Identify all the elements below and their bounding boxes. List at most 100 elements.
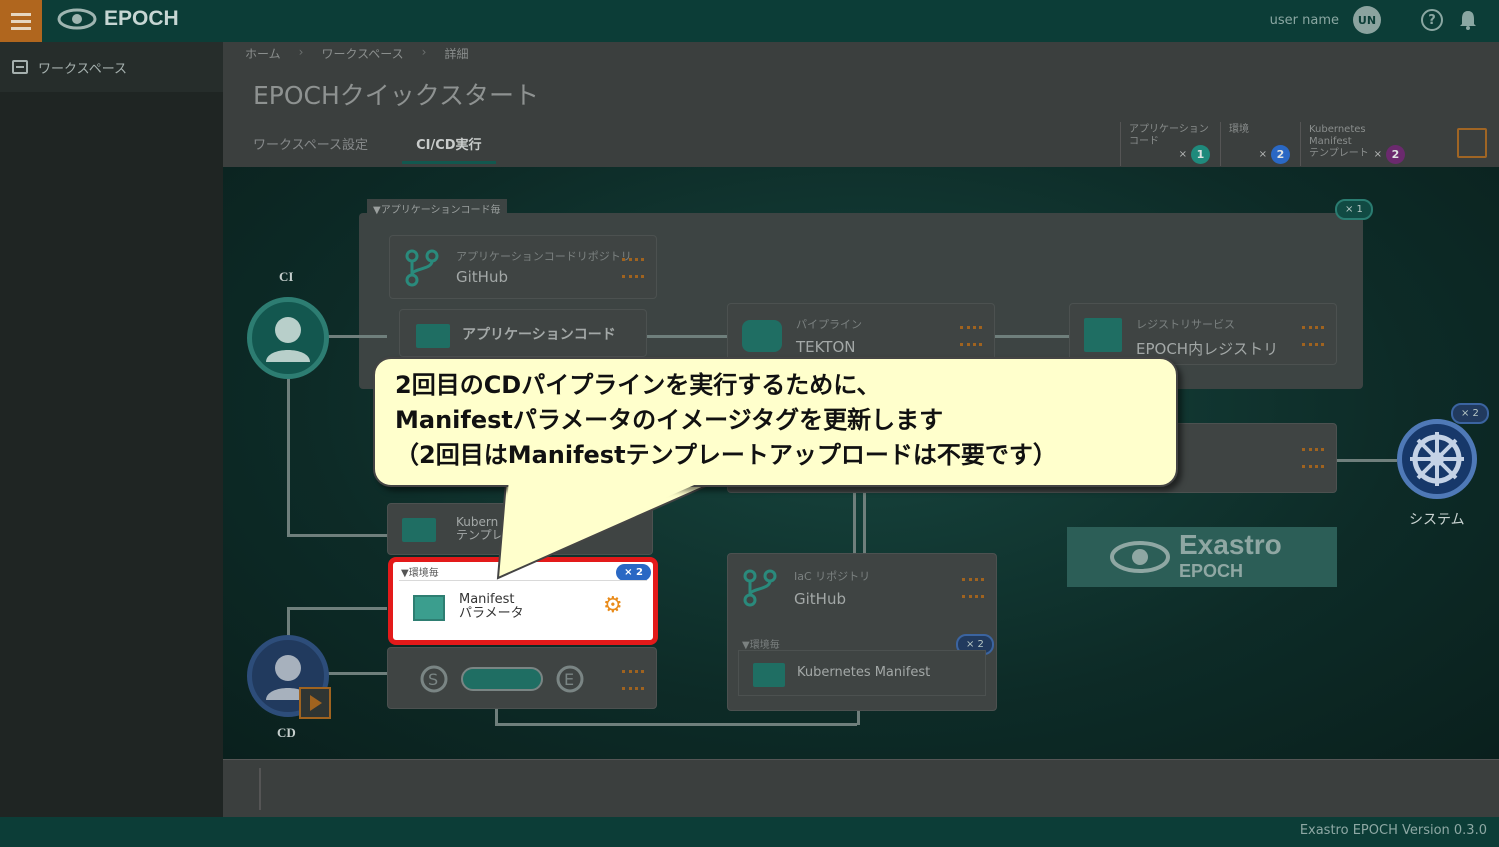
- iac-repo-card[interactable]: IaC リポジトリ GitHub ▼環境毎 × 2 Kubernetes Man…: [727, 553, 997, 711]
- count-label: 環境: [1229, 124, 1249, 135]
- card-subtitle: アプリケーションコードリポジトリ: [456, 250, 632, 263]
- breadcrumb: ホーム › ワークスペース › 詳細: [245, 45, 468, 62]
- template-shape-icon: [402, 518, 436, 542]
- registry-box-icon: [1084, 318, 1122, 352]
- gear-icon[interactable]: ⚙: [603, 593, 627, 618]
- breadcrumb-workspace[interactable]: ワークスペース: [321, 45, 403, 62]
- top-header: EPOCH user name UN ?: [0, 0, 1499, 42]
- list-check-icon[interactable]: [1302, 448, 1324, 468]
- ci-user-icon[interactable]: [247, 297, 329, 379]
- connector: [647, 335, 727, 338]
- helm-wheel-icon: [1410, 432, 1464, 486]
- cd-label: CD: [277, 725, 296, 740]
- workspace-icon: [12, 60, 28, 74]
- connector: [287, 534, 397, 537]
- pipeline-card[interactable]: パイプライン TEKTON: [727, 303, 995, 365]
- breadcrumb-detail: 詳細: [444, 47, 469, 61]
- code-shape-icon: [416, 324, 450, 348]
- version-text: Exastro EPOCH Version 0.3.0: [1299, 823, 1487, 838]
- connector: [995, 335, 1069, 338]
- ci-label: CI: [279, 269, 294, 284]
- hamburger-menu-button[interactable]: [0, 0, 42, 42]
- count-k8s-template: Kubernetes Manifest テンプレート × 2: [1300, 122, 1415, 166]
- list-check-icon[interactable]: [622, 670, 644, 690]
- avatar[interactable]: UN: [1353, 6, 1381, 34]
- app-repo-card[interactable]: アプリケーションコードリポジトリ GitHub: [389, 235, 657, 299]
- registry-card[interactable]: レジストリサービス EPOCH内レジストリ: [1069, 303, 1337, 365]
- k8s-manifest-card[interactable]: Kubernetes Manifest: [738, 650, 986, 696]
- manifest-parameter-body: Manifest パラメータ ⚙: [399, 580, 647, 632]
- breadcrumb-home[interactable]: ホーム: [245, 45, 281, 62]
- card-title: アプリケーションコード: [462, 327, 616, 343]
- chevron-right-icon: ›: [298, 45, 304, 59]
- start-marker: S: [428, 670, 438, 689]
- person-icon: [266, 317, 310, 362]
- card-title: GitHub: [794, 590, 846, 608]
- card-title: EPOCH内レジストリ: [1136, 340, 1279, 358]
- app-name: EPOCH: [104, 7, 179, 30]
- sidebar-item-workspace[interactable]: ワークスペース: [0, 42, 223, 92]
- page-title: EPOCHクイックスタート: [253, 81, 540, 110]
- count-environment: 環境 × 2: [1220, 122, 1300, 166]
- card-subtitle: IaC リポジトリ: [794, 570, 871, 583]
- system-count-badge: × 2: [1451, 403, 1489, 424]
- k8s-template-card[interactable]: Kubern テンプレ: [387, 503, 653, 555]
- epoch-text: EPOCH: [1179, 561, 1244, 581]
- footer: Exastro EPOCH Version 0.3.0: [0, 817, 1499, 847]
- user-area: user name UN ?: [1270, 6, 1479, 34]
- sidebar: ワークスペース: [0, 42, 223, 817]
- pipeline-settings-icon[interactable]: [1457, 128, 1487, 158]
- user-name[interactable]: user name: [1270, 13, 1339, 28]
- list-check-icon[interactable]: [962, 578, 984, 598]
- sidebar-item-label: ワークスペース: [38, 61, 128, 77]
- card-title: Kubernetes Manifest: [797, 665, 931, 680]
- count-app-code: アプリケーション コード × 1: [1120, 122, 1220, 166]
- env-group-label: ▼環境毎: [742, 640, 780, 651]
- connector: [495, 723, 857, 726]
- play-icon[interactable]: [299, 687, 331, 719]
- count-value: 2: [1386, 145, 1405, 164]
- manifest-parameter-card[interactable]: ▼環境毎 × 2 Manifest パラメータ ⚙: [388, 557, 658, 645]
- tekton-icon: [742, 320, 782, 352]
- cd-pipeline-card[interactable]: S E: [387, 647, 657, 709]
- group-count-badge: × 1: [1335, 199, 1373, 220]
- connector: [1337, 459, 1397, 462]
- connector: [863, 487, 866, 557]
- connector: [853, 487, 856, 557]
- count-label: Kubernetes Manifest テンプレート: [1309, 124, 1369, 159]
- count-value: 2: [1271, 145, 1290, 164]
- tab-cicd-run[interactable]: CI/CD実行: [402, 134, 496, 164]
- env-group-label: ▼環境毎: [401, 568, 439, 579]
- app-logo: EPOCH: [56, 6, 179, 32]
- card-subtitle: パイプライン: [796, 318, 862, 331]
- list-check-icon[interactable]: [1302, 326, 1324, 346]
- list-check-icon[interactable]: [622, 258, 644, 278]
- tab-workspace-settings[interactable]: ワークスペース設定: [251, 134, 382, 164]
- manifest-parameter-title: Manifest パラメータ: [459, 592, 524, 621]
- chevron-right-icon: ›: [421, 45, 427, 59]
- count-badge: × 2: [1259, 145, 1290, 164]
- connector: [287, 607, 387, 610]
- kubernetes-system-icon[interactable]: [1397, 419, 1477, 499]
- count-badge: × 2: [1374, 145, 1405, 164]
- card-title: GitHub: [456, 268, 508, 286]
- bottom-panel: [223, 759, 1499, 817]
- count-label: アプリケーション コード: [1129, 124, 1209, 147]
- card-subtitle: レジストリサービス: [1136, 318, 1235, 331]
- app-code-card[interactable]: アプリケーションコード: [399, 309, 647, 357]
- hamburger-icon: [11, 11, 31, 32]
- card-title: TEKTON: [796, 338, 856, 356]
- count-value: 1: [1191, 145, 1210, 164]
- help-icon[interactable]: ?: [1421, 9, 1443, 31]
- connector: [287, 377, 290, 537]
- exastro-emblem-icon: [1110, 541, 1170, 573]
- git-branch-icon: [405, 249, 439, 287]
- connector: [327, 335, 387, 338]
- end-marker: E: [564, 670, 574, 689]
- bell-icon[interactable]: [1457, 9, 1479, 31]
- system-label: システム: [1409, 512, 1465, 528]
- connector: [327, 672, 387, 675]
- tab-bar: ワークスペース設定 CI/CD実行: [251, 134, 516, 164]
- list-check-icon[interactable]: [960, 326, 982, 346]
- exastro-text: Exastro: [1179, 529, 1282, 560]
